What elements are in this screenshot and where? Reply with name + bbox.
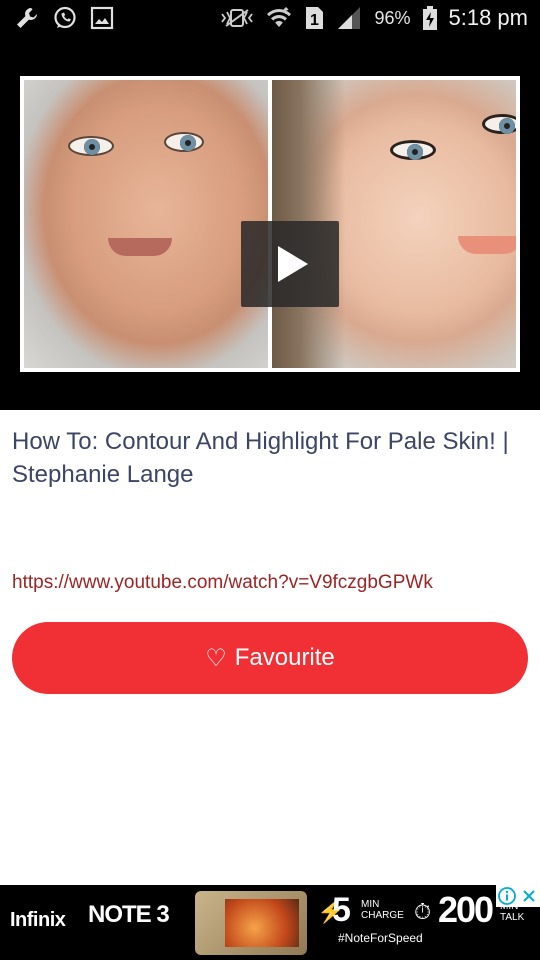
heart-icon: ♡ [205, 644, 227, 672]
ad-hashtag: #NoteForSpeed [338, 931, 423, 945]
ad-charge-value: 5 [332, 891, 351, 929]
status-bar-left [14, 5, 114, 31]
video-player[interactable] [0, 36, 540, 410]
favourite-button[interactable]: ♡ Favourite [12, 622, 528, 694]
status-bar-right: 1 96% 5:18 pm [220, 5, 528, 31]
sim-label: 1 [311, 12, 320, 29]
vibrate-icon [220, 7, 254, 29]
video-url-link[interactable]: https://www.youtube.com/watch?v=V9fczgbG… [12, 572, 433, 594]
ad-banner[interactable]: Infinix NOTE 3 ⚡ 5 MIN CHARGE ⏱ 200 MIN … [0, 885, 540, 960]
clock: 5:18 pm [448, 5, 529, 30]
signal-icon [336, 6, 362, 30]
whatsapp-icon [52, 5, 78, 31]
video-thumbnail[interactable] [20, 76, 520, 372]
gallery-icon [90, 6, 114, 30]
ad-close-icon[interactable] [518, 885, 540, 907]
wrench-icon [14, 5, 40, 31]
sim-icon: 1 [304, 6, 324, 30]
battery-percent: 96% [374, 7, 411, 28]
wifi-icon [266, 7, 292, 29]
ad-talk-value: 200 [438, 889, 494, 930]
ad-brand: Infinix [10, 909, 66, 931]
clock-icon: ⏱ [414, 899, 432, 924]
ad-model: NOTE 3 [88, 901, 170, 928]
favourite-label: Favourite [234, 644, 335, 671]
ad-info-icon[interactable] [496, 885, 518, 907]
ad-phone-image [195, 891, 307, 955]
play-button[interactable] [241, 221, 339, 307]
video-title: How To: Contour And Highlight For Pale S… [12, 428, 509, 488]
ad-charge-unit: MIN CHARGE [361, 899, 404, 921]
thumbnail-before-image [24, 80, 268, 368]
status-bar: 1 96% 5:18 pm [0, 0, 540, 36]
battery-charging-icon [422, 6, 437, 30]
play-icon [278, 246, 308, 282]
